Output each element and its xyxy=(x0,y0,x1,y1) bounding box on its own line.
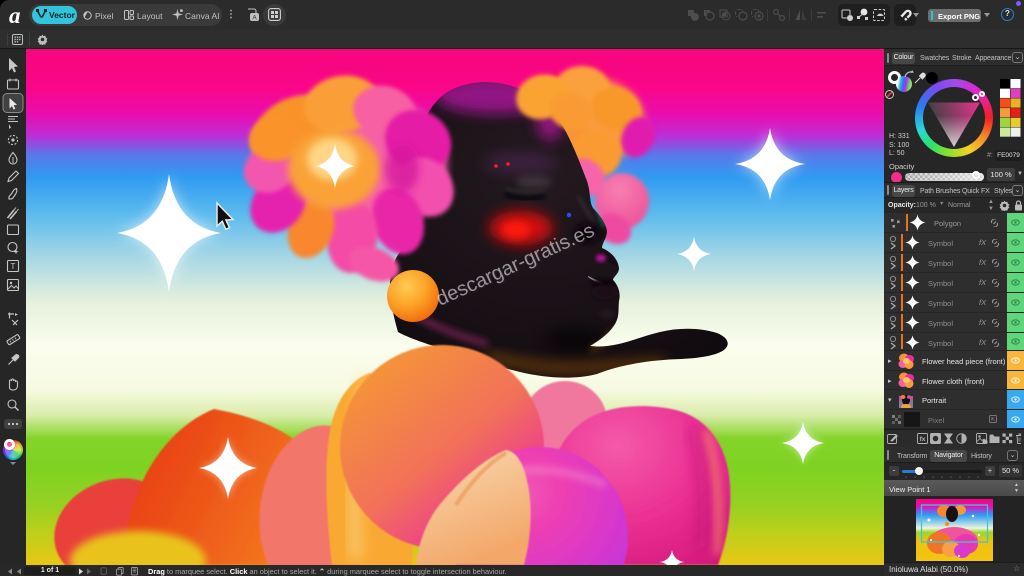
svg-text:A: A xyxy=(252,15,257,22)
svg-text:fx: fx xyxy=(920,436,926,443)
svg-text:T: T xyxy=(11,262,16,271)
